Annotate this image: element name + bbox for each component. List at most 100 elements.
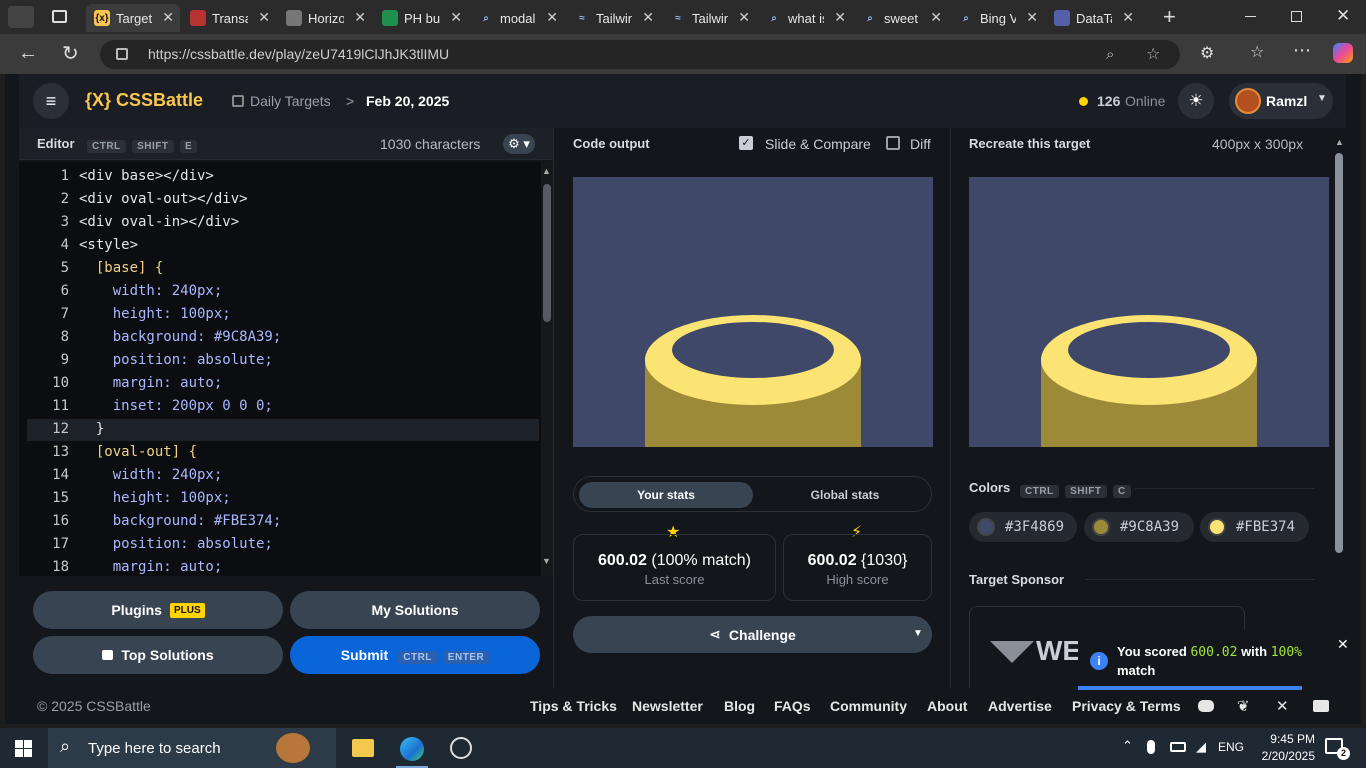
close-tab-icon[interactable]: ✕ <box>546 9 558 26</box>
close-icon[interactable]: ✕ <box>1337 636 1349 653</box>
challenge-button[interactable]: ⋖ Challenge ▼ <box>573 616 932 653</box>
clock-date[interactable]: 2/20/2025 <box>1251 749 1315 763</box>
microphone-icon[interactable] <box>1147 740 1155 754</box>
close-tab-icon[interactable]: ✕ <box>1026 9 1038 26</box>
code-line[interactable]: height: 100px; <box>79 490 231 506</box>
slide-compare-label[interactable]: Slide & Compare <box>765 136 871 152</box>
back-icon[interactable]: ← <box>18 42 38 65</box>
slide-compare-checkbox[interactable]: ✓ <box>739 136 753 150</box>
copilot-icon[interactable] <box>1333 43 1353 63</box>
code-line[interactable]: } <box>79 421 104 437</box>
bluesky-icon[interactable]: ❦ <box>1237 697 1250 715</box>
footer-link-blog[interactable]: Blog <box>724 698 755 714</box>
code-line[interactable]: inset: 200px 0 0 0; <box>79 398 273 414</box>
footer-link-faqs[interactable]: FAQs <box>774 698 811 714</box>
close-tab-icon[interactable]: ✕ <box>930 9 942 26</box>
chevron-down-icon[interactable]: ▼ <box>913 628 923 639</box>
code-line[interactable]: <div base></div> <box>79 168 214 184</box>
close-tab-icon[interactable]: ✕ <box>162 9 174 26</box>
footer-link-about[interactable]: About <box>927 698 967 714</box>
code-line[interactable]: [oval-out] { <box>79 444 197 460</box>
browser-tab[interactable]: ≈ Tailwin ✕ <box>662 4 756 32</box>
code-line[interactable]: position: absolute; <box>79 536 273 552</box>
browser-tab[interactable]: ⌕ modal ✕ <box>470 4 564 32</box>
code-line[interactable]: [base] { <box>79 260 163 276</box>
color-chip[interactable]: #3F4869 <box>969 512 1077 542</box>
close-tab-icon[interactable]: ✕ <box>738 9 750 26</box>
footer-link-privacy[interactable]: Privacy & Terms <box>1072 698 1181 714</box>
code-line[interactable]: width: 240px; <box>79 467 223 483</box>
taskbar-search[interactable]: ⌕ Type here to search <box>48 728 336 768</box>
windows-start-icon[interactable] <box>15 740 32 757</box>
browser-tab[interactable]: Horizo ✕ <box>278 4 372 32</box>
editor-scrollbar[interactable]: ▲ ▼ <box>541 162 553 576</box>
footer-link-newsletter[interactable]: Newsletter <box>632 698 703 714</box>
app-icon[interactable] <box>450 737 472 759</box>
submit-button[interactable]: Submit CTRL ENTER <box>290 636 540 674</box>
editor-settings-button[interactable]: ⚙ ▾ <box>503 134 535 154</box>
code-line[interactable]: margin: auto; <box>79 375 223 391</box>
theme-toggle-button[interactable]: ☀ <box>1178 83 1214 119</box>
footer-link-community[interactable]: Community <box>830 698 907 714</box>
code-line[interactable]: margin: auto; <box>79 559 223 575</box>
url-field[interactable]: https://cssbattle.dev/play/zeU7419lClJhJ… <box>100 40 1180 69</box>
breadcrumb-daily-targets[interactable]: Daily Targets <box>250 93 331 109</box>
maximize-button[interactable] <box>1291 11 1302 22</box>
favorites-icon[interactable]: ☆ <box>1250 42 1264 62</box>
plugins-button[interactable]: Plugins PLUS <box>33 591 283 629</box>
browser-tab[interactable]: PH bus ✕ <box>374 4 468 32</box>
user-menu[interactable]: Ramzl ▼ <box>1229 83 1333 119</box>
scroll-down-icon[interactable]: ▼ <box>542 556 551 566</box>
color-chip[interactable]: #FBE374 <box>1200 512 1309 542</box>
new-tab-button[interactable]: + <box>1163 4 1176 30</box>
code-line[interactable]: background: #9C8A39; <box>79 329 282 345</box>
close-window-button[interactable]: ✕ <box>1336 6 1350 26</box>
wifi-icon[interactable]: ◢ <box>1196 739 1206 755</box>
right-scrollbar[interactable]: ▲ <box>1333 135 1345 688</box>
more-menu-icon[interactable]: ⋯ <box>1293 40 1311 61</box>
code-line[interactable]: width: 240px; <box>79 283 223 299</box>
battery-icon[interactable] <box>1170 742 1186 752</box>
scroll-up-icon[interactable]: ▲ <box>1335 137 1344 147</box>
close-tab-icon[interactable]: ✕ <box>834 9 846 26</box>
close-tab-icon[interactable]: ✕ <box>1122 9 1134 26</box>
scroll-up-icon[interactable]: ▲ <box>542 166 551 176</box>
browser-tab[interactable]: {x} Target ✕ <box>86 4 180 32</box>
close-tab-icon[interactable]: ✕ <box>354 9 366 26</box>
tray-chevron-icon[interactable]: ⌃ <box>1122 738 1133 754</box>
clock-time[interactable]: 9:45 PM <box>1259 732 1315 746</box>
browser-tab[interactable]: ⌕ what is ✕ <box>758 4 852 32</box>
code-line[interactable]: position: absolute; <box>79 352 273 368</box>
code-editor[interactable]: 1 <div base></div> 2 <div oval-out></div> 3 <… <box>19 162 541 576</box>
footer-link-tips[interactable]: Tips & Tricks <box>530 698 617 714</box>
favorite-star-icon[interactable]: ☆ <box>1146 40 1160 69</box>
email-icon[interactable] <box>1313 700 1329 712</box>
edge-icon[interactable] <box>400 737 424 761</box>
zoom-icon[interactable]: ⌕ <box>1106 40 1114 69</box>
menu-button[interactable]: ≡ <box>33 83 69 119</box>
discord-icon[interactable] <box>1198 700 1214 712</box>
extensions-icon[interactable]: ⚙ <box>1200 43 1214 63</box>
browser-tab[interactable]: Transa ✕ <box>182 4 276 32</box>
file-explorer-icon[interactable] <box>352 739 374 757</box>
scrollbar-thumb[interactable] <box>1335 153 1343 553</box>
diff-label[interactable]: Diff <box>910 136 931 152</box>
code-line[interactable]: <div oval-out></div> <box>79 191 248 207</box>
minimize-button[interactable] <box>1245 16 1256 17</box>
code-line[interactable]: <div oval-in></div> <box>79 214 239 230</box>
code-line[interactable]: height: 100px; <box>79 306 231 322</box>
scrollbar-thumb[interactable] <box>543 184 551 322</box>
refresh-icon[interactable]: ↻ <box>62 41 79 66</box>
tab-global-stats[interactable]: Global stats <box>758 482 932 508</box>
logo[interactable]: {X} CSSBattle <box>85 90 203 111</box>
browser-tab[interactable]: ⌕ sweet a ✕ <box>854 4 948 32</box>
language-indicator[interactable]: ENG <box>1218 740 1244 754</box>
code-output-canvas[interactable] <box>573 177 933 447</box>
code-line[interactable]: <style> <box>79 237 138 253</box>
browser-tab[interactable]: ≈ Tailwin ✕ <box>566 4 660 32</box>
code-line[interactable]: background: #FBE374; <box>79 513 282 529</box>
footer-link-advertise[interactable]: Advertise <box>988 698 1052 714</box>
browser-tab[interactable]: DataTa ✕ <box>1046 4 1140 32</box>
close-tab-icon[interactable]: ✕ <box>450 9 462 26</box>
close-tab-icon[interactable]: ✕ <box>642 9 654 26</box>
